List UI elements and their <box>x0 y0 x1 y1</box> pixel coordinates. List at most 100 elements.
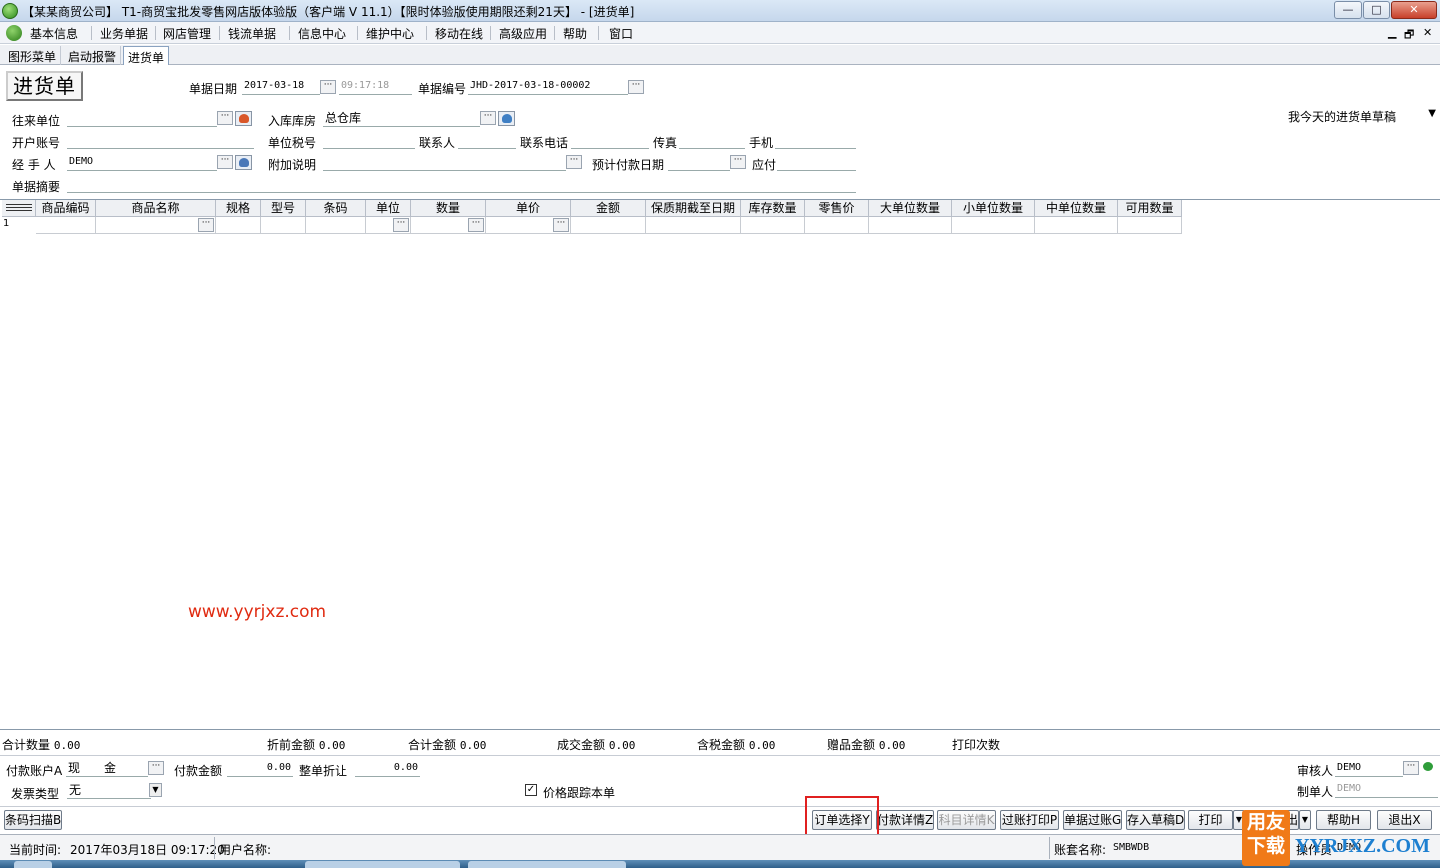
col-header-retail-price[interactable]: 零售价 <box>805 200 869 217</box>
doc-number-field[interactable]: JHD-2017-03-18-00002 <box>468 78 628 95</box>
reviewer-button[interactable]: ··· <box>1403 761 1419 775</box>
warehouse-field[interactable]: 总仓库 <box>323 110 480 127</box>
col-header-code[interactable]: 商品编码 <box>36 200 96 217</box>
col-header-amount[interactable]: 金额 <box>571 200 646 217</box>
print-button[interactable]: 打印 <box>1188 810 1233 830</box>
cell-stock[interactable] <box>741 217 805 234</box>
cell-big-unit-qty[interactable] <box>869 217 952 234</box>
date-field[interactable]: 2017-03-18 <box>242 78 320 95</box>
minimize-button[interactable]: — <box>1334 1 1362 19</box>
cell-spec[interactable] <box>216 217 261 234</box>
add-user-icon[interactable] <box>1420 760 1438 775</box>
mobile-field[interactable] <box>775 132 856 149</box>
draft-select[interactable]: 我今天的进货单草稿 ▼ <box>1288 108 1438 126</box>
handler-select-button[interactable]: ··· <box>217 155 233 169</box>
menu-business-docs[interactable]: 业务单据 <box>100 25 148 41</box>
export-dropdown-icon[interactable]: ▼ <box>1299 810 1311 830</box>
note-button[interactable]: ··· <box>566 155 582 169</box>
cell-amount[interactable] <box>571 217 646 234</box>
pay-account-field[interactable]: 现 金 <box>66 760 148 777</box>
order-discount-field[interactable]: 0.00 <box>355 760 420 777</box>
col-header-stock[interactable]: 库存数量 <box>741 200 805 217</box>
app-menu-icon[interactable] <box>6 25 22 41</box>
cell-model[interactable] <box>261 217 306 234</box>
warehouse-lookup-icon[interactable] <box>498 111 515 126</box>
tax-number-field[interactable] <box>323 132 415 149</box>
date-picker-button[interactable]: ··· <box>320 80 336 94</box>
summary-field[interactable] <box>67 176 856 193</box>
post-document-button[interactable]: 单据过账G <box>1063 810 1122 830</box>
pay-amount-field[interactable]: 0.00 <box>227 760 293 777</box>
col-header-quantity[interactable]: 数量 <box>411 200 486 217</box>
pay-date-picker-button[interactable]: ··· <box>730 155 746 169</box>
bank-account-field[interactable] <box>67 132 254 149</box>
col-header-unit[interactable]: 单位 <box>366 200 411 217</box>
close-button[interactable]: ✕ <box>1391 1 1437 19</box>
tab-graphic-menu[interactable]: 图形菜单 <box>4 46 62 65</box>
menu-info-center[interactable]: 信息中心 <box>298 25 346 41</box>
payable-field[interactable] <box>777 154 856 171</box>
reviewer-field[interactable]: DEMO <box>1335 760 1403 777</box>
menu-help[interactable]: 帮助 <box>563 25 587 41</box>
menu-maintenance-center[interactable]: 维护中心 <box>366 25 414 41</box>
barcode-scan-button[interactable]: 条码扫描B <box>4 810 62 830</box>
doc-number-button[interactable]: ··· <box>628 80 644 94</box>
cell-quantity[interactable]: ··· <box>411 217 486 234</box>
handler-lookup-icon[interactable] <box>235 155 252 170</box>
partner-field[interactable] <box>67 110 217 127</box>
pay-date-field[interactable] <box>668 154 730 171</box>
time-field[interactable]: 09:17:18 <box>339 78 412 95</box>
payment-detail-button[interactable]: 付款详情Z <box>876 810 934 830</box>
fax-field[interactable] <box>679 132 745 149</box>
grid-corner-menu-icon[interactable] <box>2 200 36 217</box>
col-header-model[interactable]: 型号 <box>261 200 306 217</box>
price-track-checkbox[interactable]: ✓ <box>525 784 537 796</box>
tab-purchase-order[interactable]: 进货单 <box>123 46 170 65</box>
menu-cashflow-docs[interactable]: 钱流单据 <box>228 25 276 41</box>
cell-price[interactable]: ··· <box>486 217 571 234</box>
note-field[interactable] <box>323 154 566 171</box>
col-header-expiry[interactable]: 保质期截至日期 <box>646 200 741 217</box>
tab-startup-alerts[interactable]: 启动报警 <box>64 46 122 65</box>
cell-barcode[interactable] <box>306 217 366 234</box>
unit-select-button[interactable]: ··· <box>393 218 409 232</box>
name-select-button[interactable]: ··· <box>198 218 214 232</box>
partner-select-button[interactable]: ··· <box>217 111 233 125</box>
exit-button[interactable]: 退出X <box>1377 810 1432 830</box>
col-header-big-unit-qty[interactable]: 大单位数量 <box>869 200 952 217</box>
col-header-price[interactable]: 单价 <box>486 200 571 217</box>
cell-expiry[interactable] <box>646 217 741 234</box>
phone-field[interactable] <box>571 132 649 149</box>
mdi-close-button[interactable]: ✕ <box>1423 26 1432 39</box>
cell-available-qty[interactable] <box>1118 217 1182 234</box>
handler-field[interactable]: DEMO <box>67 154 217 171</box>
menu-basic-info[interactable]: 基本信息 <box>30 25 78 41</box>
menu-window[interactable]: 窗口 <box>609 25 633 41</box>
partner-lookup-icon[interactable] <box>235 111 252 126</box>
col-header-spec[interactable]: 规格 <box>216 200 261 217</box>
invoice-type-dropdown-icon[interactable]: ▼ <box>149 783 162 797</box>
save-draft-button[interactable]: 存入草稿D <box>1126 810 1185 830</box>
col-header-available-qty[interactable]: 可用数量 <box>1118 200 1182 217</box>
contact-field[interactable] <box>458 132 516 149</box>
col-header-name[interactable]: 商品名称 <box>96 200 216 217</box>
warehouse-select-button[interactable]: ··· <box>480 111 496 125</box>
col-header-mid-unit-qty[interactable]: 中单位数量 <box>1035 200 1118 217</box>
help-button[interactable]: 帮助H <box>1316 810 1371 830</box>
price-select-button[interactable]: ··· <box>553 218 569 232</box>
menu-shop-manage[interactable]: 网店管理 <box>163 25 211 41</box>
cell-unit[interactable]: ··· <box>366 217 411 234</box>
cell-mid-unit-qty[interactable] <box>1035 217 1118 234</box>
maximize-button[interactable]: □ <box>1363 1 1390 19</box>
mdi-minimize-button[interactable]: ▁ <box>1388 26 1396 39</box>
taskbar-window-item[interactable] <box>305 861 460 868</box>
taskbar-window-item[interactable] <box>468 861 626 868</box>
col-header-small-unit-qty[interactable]: 小单位数量 <box>952 200 1035 217</box>
col-header-barcode[interactable]: 条码 <box>306 200 366 217</box>
post-print-button[interactable]: 过账打印P <box>1000 810 1059 830</box>
cell-retail-price[interactable] <box>805 217 869 234</box>
menu-mobile-online[interactable]: 移动在线 <box>435 25 483 41</box>
cell-small-unit-qty[interactable] <box>952 217 1035 234</box>
quantity-select-button[interactable]: ··· <box>468 218 484 232</box>
cell-name[interactable]: ··· <box>96 217 216 234</box>
